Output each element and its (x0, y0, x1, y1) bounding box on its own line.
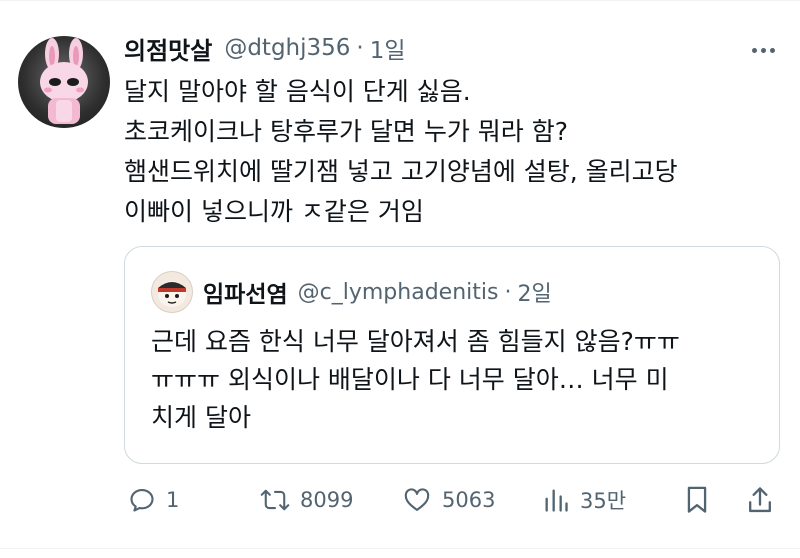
heart-icon (404, 488, 430, 511)
views-icon (545, 489, 568, 512)
author-display-name[interactable]: 의점맛살 (124, 31, 212, 66)
quoted-tweet-card[interactable]: 임파선염 @c_lymphadenitis · 2일 근데 요즘 한식 너무 달… (124, 246, 780, 464)
retweet-icon (260, 489, 290, 511)
tweet-text-line: 초코케이크나 탕후루가 달면 누가 뭐라 함? (124, 117, 569, 146)
tweet-header: 의점맛살 @dtghj356 · 1일 (124, 30, 406, 66)
like-button[interactable]: 5063 (402, 480, 495, 520)
tweet-body: 달지 말아야 할 음식이 단게 싫음. 초코케이크나 탕후루가 달면 누가 뭐라… (124, 72, 780, 232)
quoted-author-handle[interactable]: @c_lymphadenitis (298, 280, 499, 305)
more-dot (760, 47, 766, 53)
share-button[interactable] (746, 480, 774, 520)
views-count: 35만 (580, 489, 627, 513)
quoted-avatar-image (158, 281, 186, 307)
more-dot (751, 47, 757, 53)
quoted-tweet-header: 임파선염 @c_lymphadenitis · 2일 (203, 275, 552, 309)
more-dot (769, 47, 775, 53)
share-icon (749, 487, 771, 513)
tweet-action-bar: 1 8099 5063 35만 (124, 480, 780, 520)
quoted-text-line: ㅠㅠㅠ 외식이나 배달이나 다 너무 달아… 너무 미 (151, 365, 669, 394)
separator-dot: · (504, 279, 512, 305)
quoted-author-avatar[interactable] (151, 271, 193, 313)
reply-button[interactable]: 1 (128, 480, 179, 520)
reply-icon (130, 489, 154, 512)
bookmark-icon (687, 486, 707, 513)
like-count: 5063 (442, 488, 496, 512)
quoted-text-line: 치게 달아 (151, 403, 251, 432)
tweet-text-line: 달지 말아야 할 음식이 단게 싫음. (124, 77, 471, 106)
views-button[interactable]: 35만 (542, 480, 626, 520)
tweet-timestamp[interactable]: 1일 (370, 31, 406, 65)
top-divider (0, 0, 800, 1)
reply-count: 1 (166, 488, 180, 512)
more-icon[interactable] (746, 36, 780, 64)
retweet-button[interactable]: 8099 (260, 480, 353, 520)
bottom-divider (0, 548, 800, 549)
quoted-tweet-timestamp[interactable]: 2일 (517, 276, 551, 308)
quoted-author-display-name[interactable]: 임파선염 (203, 275, 288, 309)
retweet-count: 8099 (300, 488, 354, 512)
bookmark-button[interactable] (684, 480, 710, 520)
quoted-tweet-body: 근데 요즘 한식 너무 달아져서 좀 힘들지 않음?ㅠㅠ ㅠㅠㅠ 외식이나 배달… (151, 323, 771, 437)
avatar-character-image (40, 38, 88, 124)
separator-dot: · (356, 35, 364, 61)
author-avatar[interactable] (18, 36, 110, 128)
tweet-text-line: 햄샌드위치에 딸기잼 넣고 고기양념에 설탕, 올리고당 (124, 157, 678, 186)
quoted-text-line: 근데 요즘 한식 너무 달아져서 좀 힘들지 않음?ㅠㅠ (151, 327, 680, 356)
author-handle[interactable]: @dtghj356 (224, 35, 350, 61)
tweet-text-line: 이빠이 넣으니까 ㅈ같은 거임 (124, 197, 424, 226)
